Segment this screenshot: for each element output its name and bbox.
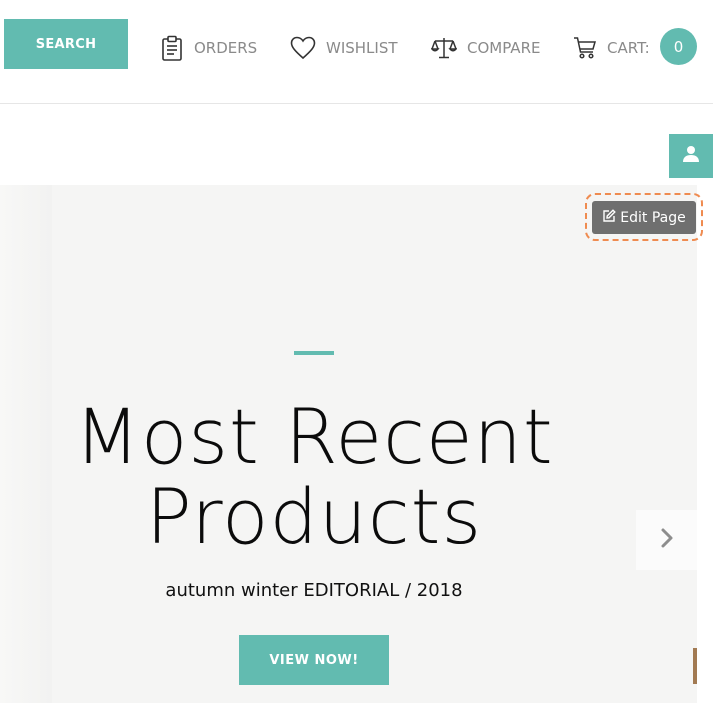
view-now-button[interactable]: VIEW NOW!	[239, 635, 389, 685]
edit-icon	[602, 208, 617, 227]
cart-count-badge[interactable]: 0	[660, 28, 697, 65]
slider-next-button[interactable]	[636, 510, 697, 570]
nav-wishlist-label: WISHLIST	[326, 39, 398, 57]
nav-cart[interactable]: CART:	[573, 34, 650, 62]
nav-compare[interactable]: COMPARE	[431, 34, 540, 62]
nav-wishlist[interactable]: WISHLIST	[290, 34, 398, 62]
view-now-label: VIEW NOW!	[269, 652, 359, 668]
nav-cart-label: CART:	[607, 39, 650, 57]
user-icon	[682, 145, 700, 168]
account-button[interactable]	[669, 134, 713, 178]
cart-icon	[573, 36, 597, 60]
edit-page-label: Edit Page	[620, 209, 686, 226]
nav-compare-label: COMPARE	[467, 39, 541, 57]
search-button[interactable]: SEARCH	[4, 19, 128, 69]
cart-count: 0	[673, 37, 684, 56]
search-button-label: SEARCH	[35, 36, 97, 52]
hero-slider: Most Recent Products autumn winter EDITO…	[0, 185, 697, 703]
edit-page-button[interactable]: Edit Page	[592, 201, 696, 234]
nav-orders-label: ORDERS	[194, 39, 258, 57]
chevron-right-icon	[659, 526, 675, 555]
site-header: SEARCH ORDERS WISHLIST COMPARE CART: 0	[0, 0, 713, 104]
hero-subtitle: autumn winter EDITORIAL / 2018	[165, 580, 463, 601]
clipboard-icon	[160, 35, 184, 61]
hero-title-line1: Most Recent	[74, 392, 554, 481]
heart-icon	[290, 36, 316, 60]
hero-photo-edge	[693, 648, 697, 684]
nav-orders[interactable]: ORDERS	[160, 34, 257, 62]
hero-title-line2: Products	[145, 472, 483, 561]
balance-scale-icon	[431, 36, 457, 60]
hero-accent-line	[294, 351, 334, 355]
